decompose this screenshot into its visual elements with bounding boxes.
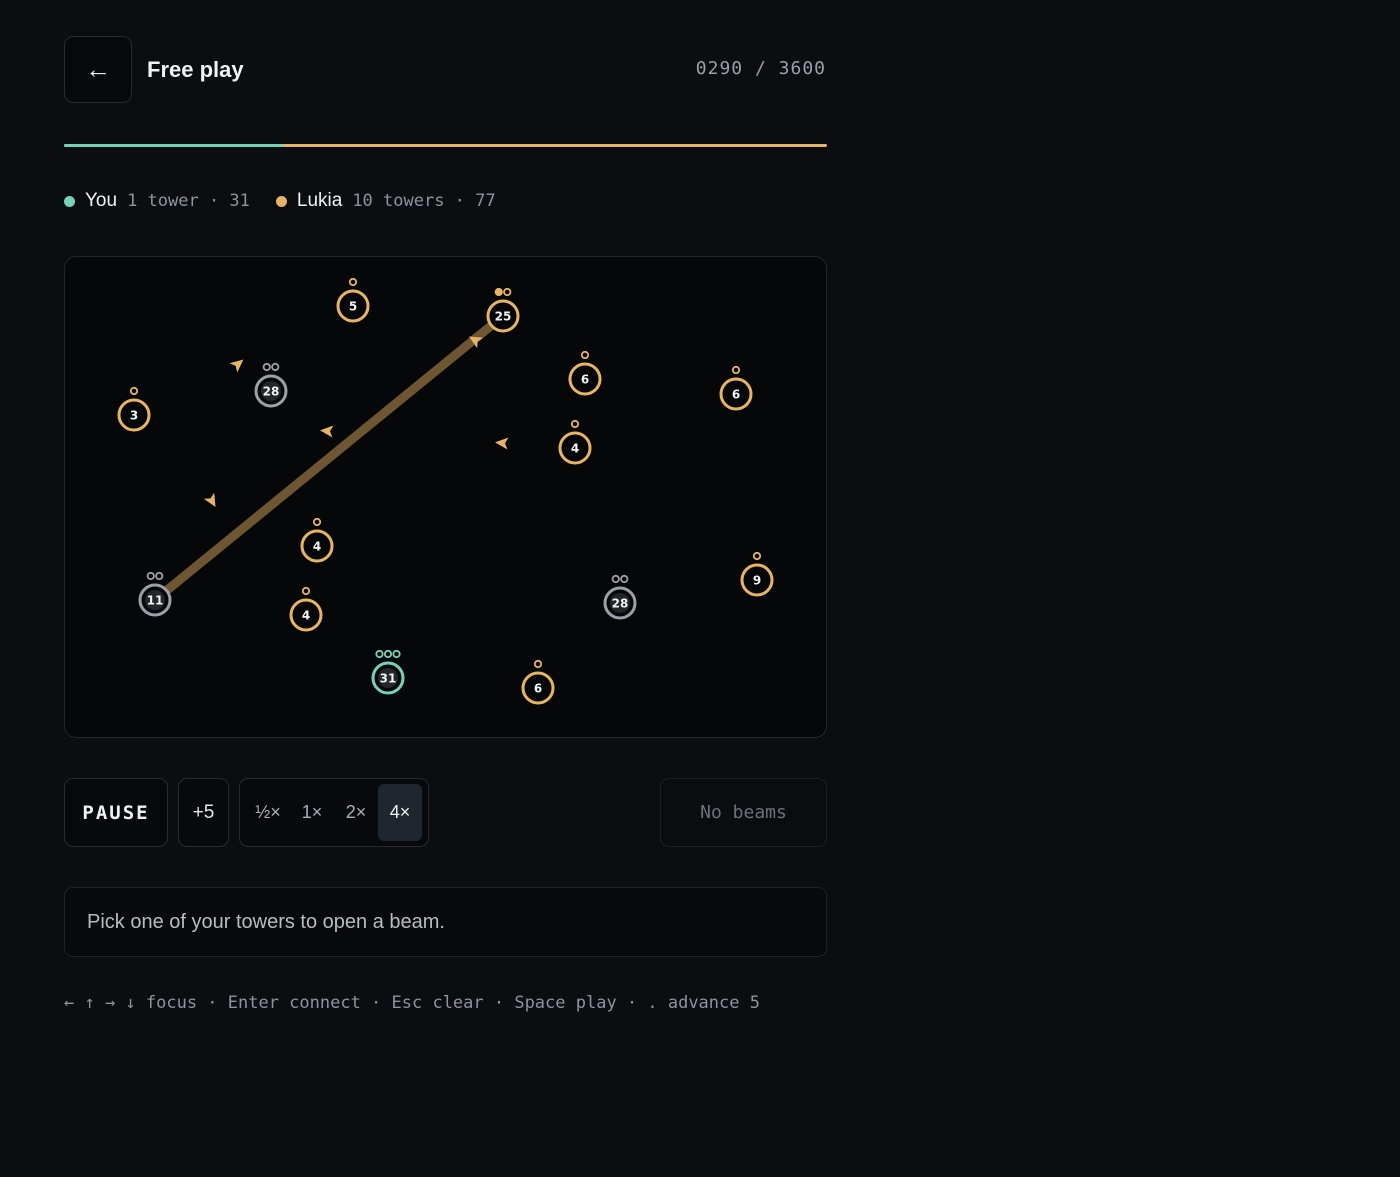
tower-pip — [262, 362, 271, 372]
tower[interactable]: 6 — [521, 659, 555, 705]
tower-value: 6 — [534, 682, 542, 696]
tower-value: 9 — [753, 574, 761, 588]
page-title: Free play — [147, 57, 244, 82]
hint-message: Pick one of your towers to open a beam. — [64, 887, 827, 957]
tower[interactable]: 31 — [371, 649, 405, 695]
tower-pip — [392, 649, 401, 659]
tower-value: 28 — [263, 385, 280, 399]
tower-value: 4 — [313, 540, 321, 554]
tower-pip — [580, 350, 590, 360]
tower-value: 6 — [732, 388, 740, 402]
beam — [150, 311, 508, 605]
tower-value: 4 — [571, 442, 579, 456]
tower[interactable]: 25 — [486, 287, 520, 333]
tower-value: 25 — [495, 310, 512, 324]
tower[interactable]: 28 — [603, 574, 637, 620]
tower[interactable]: 4 — [300, 517, 334, 563]
player-progress-fill — [64, 144, 283, 147]
player-name: Lukia — [296, 190, 343, 211]
tower-pip — [533, 659, 543, 669]
advance-button[interactable]: +5 — [178, 778, 229, 847]
tower-pip — [129, 386, 139, 396]
game-board[interactable]: 5 25 28 3 6 6 4 4 11 4 28 9 31 6 — [64, 256, 827, 738]
speed-selector: ½× 1× 2× 4× — [239, 778, 429, 847]
tower[interactable]: 4 — [558, 419, 592, 465]
tower-pip — [494, 287, 503, 297]
player-opponent: Lukia 10 towers · 77 — [275, 190, 496, 212]
speed-option[interactable]: ½× — [246, 784, 290, 841]
tower-pip — [752, 551, 762, 561]
player-name: You — [85, 190, 118, 211]
tower-pip — [312, 517, 322, 527]
tower-pip — [503, 287, 512, 297]
tower-value: 11 — [147, 594, 164, 608]
tower-pip — [611, 574, 620, 584]
tower-pip — [570, 419, 580, 429]
tower[interactable]: 28 — [254, 362, 288, 408]
keyboard-shortcuts: ← ↑ → ↓ focus · Enter connect · Esc clea… — [64, 993, 760, 1013]
tower[interactable]: 5 — [336, 277, 370, 323]
pause-button[interactable]: PAUSE — [64, 778, 168, 847]
tower-pip — [301, 586, 311, 596]
player-stat: 1 tower · 31 — [127, 191, 250, 211]
tower-pip — [271, 362, 280, 372]
tower-value: 3 — [130, 409, 138, 423]
tower[interactable]: 11 — [138, 571, 172, 617]
tower[interactable]: 4 — [289, 586, 323, 632]
tower-pip — [155, 571, 164, 581]
unit-arrow — [320, 425, 334, 438]
tower-value: 5 — [349, 300, 357, 314]
tower-value: 4 — [302, 609, 310, 623]
player-color-dot — [275, 195, 287, 207]
tower-value: 28 — [612, 597, 629, 611]
tower[interactable]: 3 — [117, 386, 151, 432]
control-progress-bar — [64, 144, 827, 147]
back-arrow-icon: ← — [85, 54, 111, 84]
tower[interactable]: 6 — [719, 365, 753, 411]
speed-option[interactable]: 2× — [334, 784, 378, 841]
back-button[interactable]: ← — [64, 36, 132, 103]
tower-value: 31 — [380, 672, 397, 686]
scoreboard: You 1 tower · 31 Lukia 10 towers · 77 — [64, 187, 522, 215]
player-color-dot — [64, 195, 75, 207]
tower[interactable]: 6 — [568, 350, 602, 396]
tower-value: 6 — [581, 373, 589, 387]
unit-arrow — [495, 437, 509, 450]
tower-pip — [146, 571, 155, 581]
speed-option[interactable]: 4× — [378, 784, 422, 841]
tower-pip — [731, 365, 741, 375]
tower-pip — [620, 574, 629, 584]
tower-pip — [383, 649, 393, 659]
player-you: You 1 tower · 31 — [64, 190, 250, 212]
speed-option[interactable]: 1× — [290, 784, 334, 841]
beams-button: No beams — [660, 778, 827, 847]
tower-pip — [348, 277, 358, 287]
game-timer: 0290 / 3600 — [695, 58, 826, 79]
tower-pip — [375, 649, 384, 659]
player-stat: 10 towers · 77 — [352, 191, 496, 211]
unit-arrow — [229, 359, 244, 373]
tower[interactable]: 9 — [740, 551, 774, 597]
unit-arrow — [203, 492, 216, 508]
board-canvas[interactable]: 5 25 28 3 6 6 4 4 11 4 28 9 31 6 — [65, 257, 827, 738]
